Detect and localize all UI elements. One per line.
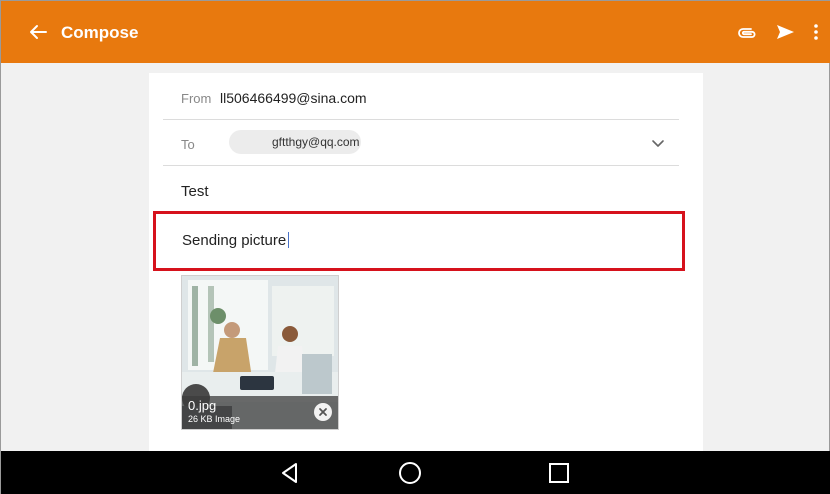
app-bar: Compose [1, 1, 830, 63]
to-label: To [181, 137, 195, 152]
to-row[interactable]: To gftthgy@qq.com [163, 120, 679, 166]
attachment-file-name: 0.jpg [188, 398, 217, 413]
from-address: ll506466499@sina.com [220, 90, 367, 106]
back-triangle-icon [282, 463, 297, 483]
remove-attachment-button[interactable] [314, 403, 332, 421]
chevron-down-icon [652, 140, 664, 147]
system-nav-bar [1, 451, 830, 494]
more-options-button[interactable] [809, 22, 823, 42]
send-button[interactable] [775, 22, 795, 42]
paperclip-icon [738, 28, 756, 38]
page-title: Compose [61, 23, 139, 42]
recents-square-icon [549, 463, 569, 483]
back-arrow-icon [30, 25, 47, 39]
close-icon [319, 408, 327, 416]
nav-back-button[interactable] [277, 460, 303, 486]
nav-recents-button[interactable] [546, 460, 572, 486]
body-field-highlight[interactable]: Sending picture [153, 211, 685, 271]
more-vertical-icon [814, 24, 818, 40]
attachment-info: 0.jpg 26 KB Image [182, 396, 338, 429]
body-input[interactable]: Sending picture [182, 232, 290, 249]
nav-home-button[interactable] [397, 460, 423, 486]
from-row[interactable]: From ll506466499@sina.com [163, 73, 679, 120]
attachment-thumbnail[interactable]: 0.jpg 26 KB Image [181, 275, 339, 430]
send-icon [777, 25, 794, 39]
attach-button[interactable] [737, 25, 757, 41]
text-caret [288, 232, 290, 248]
from-label: From [181, 91, 212, 106]
recipient-chip[interactable]: gftthgy@qq.com [229, 130, 361, 154]
compose-card: From ll506466499@sina.com To gftthgy@qq.… [149, 73, 703, 451]
back-button[interactable] [27, 21, 49, 43]
attachment-file-info: 26 KB Image [188, 414, 241, 424]
body-text: Sending picture [182, 232, 287, 249]
expand-recipients-button[interactable] [651, 136, 665, 147]
compose-screen: Compose From ll506466499@sina.com To gft… [0, 0, 830, 494]
subject-field[interactable]: Test [181, 183, 209, 200]
home-circle-icon [399, 462, 421, 484]
